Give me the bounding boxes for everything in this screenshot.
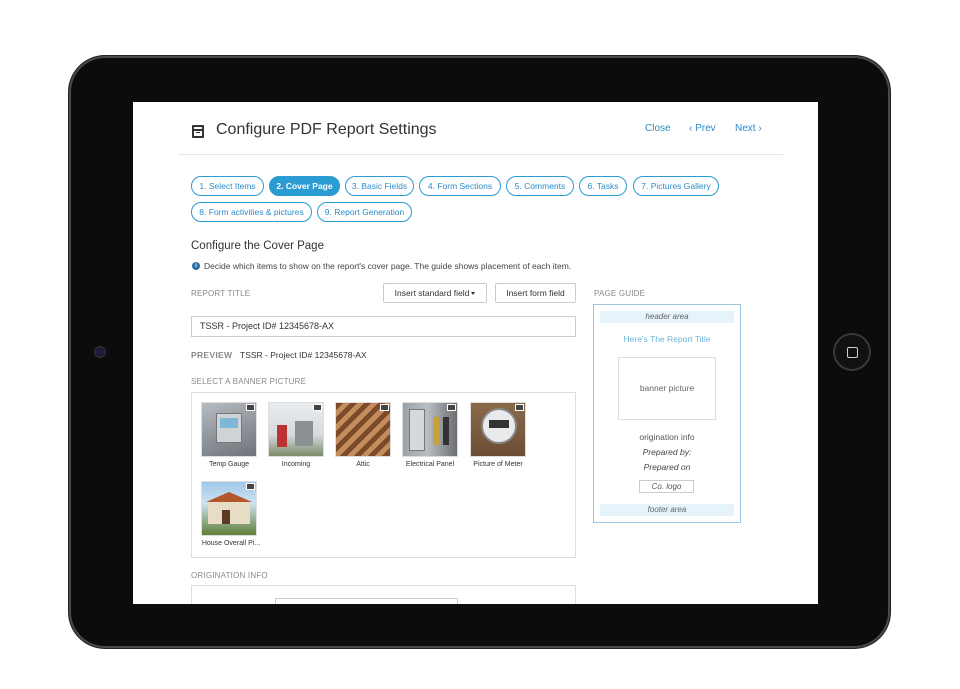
picture-marker-icon — [447, 404, 456, 411]
picture-caption: Attic — [356, 461, 370, 468]
origination-info-panel — [191, 585, 576, 604]
mailbox-photo[interactable] — [268, 402, 324, 457]
page-title: Configure PDF Report Settings — [216, 121, 437, 138]
picture-marker-icon — [246, 404, 255, 411]
origination-info-field[interactable] — [275, 598, 458, 604]
guide-banner-picture: banner picture — [618, 357, 716, 420]
step-pictures-gallery[interactable]: 7. Pictures Gallery — [633, 176, 719, 196]
picture-caption: Picture of Meter — [473, 461, 523, 468]
step-cover-page[interactable]: 2. Cover Page — [269, 176, 340, 196]
guide-prepared-on: Prepared on — [643, 462, 691, 472]
tablet-device: Configure PDF Report Settings Close ‹ Pr… — [69, 56, 890, 648]
guide-origination-info: origination info — [639, 432, 695, 442]
step-basic-fields[interactable]: 3. Basic Fields — [345, 176, 414, 196]
guide-prepared-by: Prepared by: — [642, 447, 692, 457]
step-form-activities[interactable]: 8. Form activities & pictures — [191, 202, 312, 222]
house-photo[interactable] — [201, 481, 257, 536]
insert-form-field-button[interactable]: Insert form field — [495, 283, 576, 303]
picture-caption: Temp Gauge — [208, 461, 250, 468]
close-link[interactable]: Close — [645, 123, 671, 134]
picture-caption: House Overall Pi... — [201, 540, 261, 547]
meter-photo[interactable] — [470, 402, 526, 457]
guide-header-area: header area — [600, 311, 734, 323]
picture-marker-icon — [515, 404, 524, 411]
section-info-text: Decide which items to show on the report… — [204, 260, 572, 271]
header-divider — [178, 154, 783, 155]
picture-caption: Incoming — [281, 461, 311, 468]
insert-standard-field-label: Insert standard field — [394, 288, 470, 298]
step-form-sections[interactable]: 4. Form Sections — [419, 176, 501, 196]
banner-picture-gallery: Temp Gauge Incoming Attic Electrical Pan… — [191, 392, 576, 558]
section-title: Configure the Cover Page — [191, 240, 324, 252]
attic-photo[interactable] — [335, 402, 391, 457]
caret-down-icon — [471, 292, 476, 296]
insert-standard-field-button[interactable]: Insert standard field — [383, 283, 487, 303]
report-title-input[interactable]: TSSR - Project ID# 12345678-AX — [191, 316, 576, 337]
report-title-label: REPORT TITLE — [191, 289, 251, 298]
guide-report-title: Here's The Report Title — [623, 334, 711, 344]
home-button[interactable] — [833, 333, 871, 371]
preview-value: TSSR - Project ID# 12345678-AX — [240, 350, 367, 360]
guide-footer-area: footer area — [600, 504, 734, 516]
home-square-icon — [847, 347, 858, 358]
page-guide-label: PAGE GUIDE — [594, 289, 646, 298]
picture-marker-icon — [380, 404, 389, 411]
picture-marker-icon — [313, 404, 322, 411]
page-guide-panel: header area Here's The Report Title bann… — [593, 304, 741, 523]
preview-label: PREVIEW — [191, 350, 233, 360]
camera-icon — [95, 347, 105, 357]
picture-marker-icon — [246, 483, 255, 490]
report-settings-icon — [192, 125, 204, 138]
banner-picture-label: SELECT A BANNER PICTURE — [191, 377, 307, 386]
origination-info-label: ORIGINATION INFO — [191, 571, 268, 580]
step-report-generation[interactable]: 9. Report Generation — [317, 202, 412, 222]
thermostat-photo[interactable] — [201, 402, 257, 457]
guide-company-logo: Co. logo — [639, 480, 694, 493]
electrical-panel-photo[interactable] — [402, 402, 458, 457]
step-select-items[interactable]: 1. Select Items — [191, 176, 264, 196]
app-screen: Configure PDF Report Settings Close ‹ Pr… — [133, 102, 818, 604]
prev-link[interactable]: ‹ Prev — [689, 123, 716, 134]
step-comments[interactable]: 5. Comments — [506, 176, 574, 196]
section-info: i Decide which items to show on the repor… — [192, 260, 571, 271]
step-tasks[interactable]: 6. Tasks — [579, 176, 627, 196]
picture-caption: Electrical Panel — [405, 461, 455, 468]
next-link[interactable]: Next › — [735, 123, 762, 134]
info-icon: i — [192, 261, 200, 270]
